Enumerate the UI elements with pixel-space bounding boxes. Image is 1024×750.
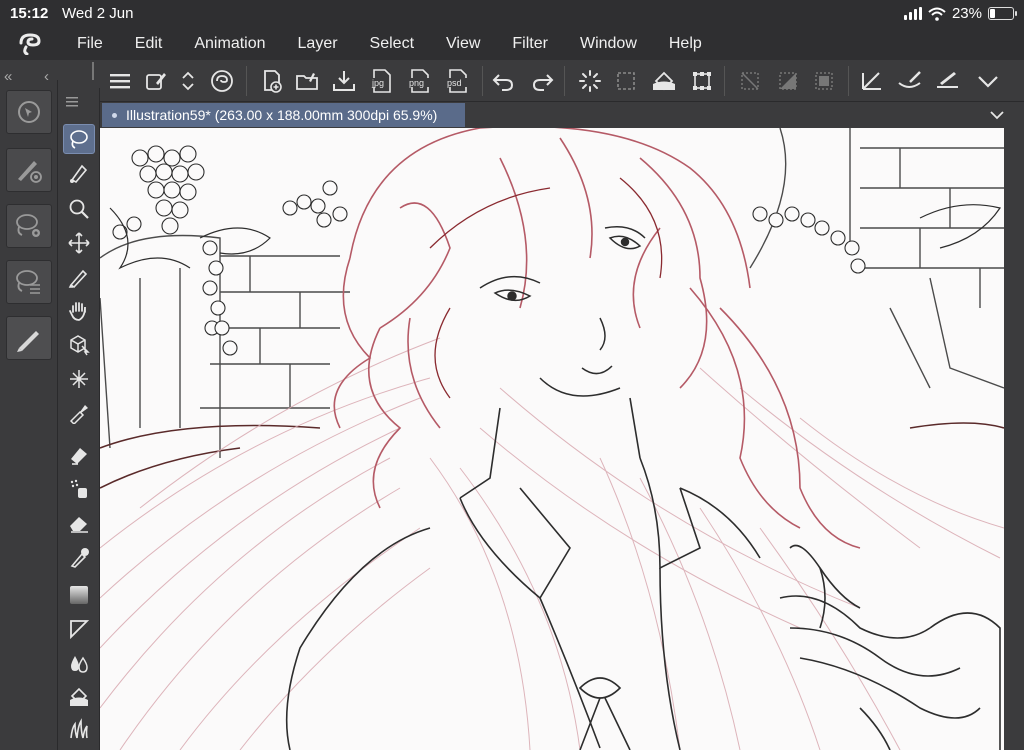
menu-filter[interactable]: Filter — [495, 28, 563, 60]
hand-tool-icon[interactable] — [63, 296, 95, 326]
pencil-tool-icon[interactable] — [6, 316, 52, 360]
edit-ruler-icon[interactable] — [934, 67, 962, 95]
menu-help[interactable]: Help — [652, 28, 717, 60]
status-date: Wed 2 Jun — [62, 5, 134, 22]
lasso-tool-icon[interactable] — [63, 124, 95, 154]
battery-fill — [990, 9, 995, 18]
right-panel-edge — [1004, 128, 1024, 750]
export-psd-icon[interactable]: psd — [444, 67, 472, 95]
app-window: 15:12 Wed 2 Jun 23% File Edit Animation … — [0, 0, 1024, 750]
menu-window[interactable]: Window — [563, 28, 652, 60]
select-rect-icon[interactable] — [612, 67, 640, 95]
open-folder-icon[interactable] — [294, 67, 322, 95]
export-png-icon[interactable]: png — [406, 67, 434, 95]
toolbar-separator — [724, 66, 725, 96]
clip-logo-icon[interactable] — [208, 67, 236, 95]
clear-icon[interactable] — [774, 67, 802, 95]
zoom-tool-icon[interactable] — [63, 194, 95, 224]
left-command-panel — [0, 62, 94, 750]
grass-decoration-tool-icon[interactable] — [63, 714, 95, 744]
toolbar-separator — [482, 66, 483, 96]
drawing-canvas[interactable] — [100, 128, 1004, 750]
lasso-list-icon[interactable] — [6, 260, 52, 304]
fill-icon[interactable] — [650, 67, 678, 95]
toolbar-separator — [848, 66, 849, 96]
figure-tool-icon[interactable] — [63, 614, 95, 644]
brush-ruler-icon[interactable] — [896, 67, 924, 95]
transform-icon[interactable] — [688, 67, 716, 95]
menu-bar: File Edit Animation Layer Select View Fi… — [0, 28, 1024, 60]
status-time: 15:12 — [10, 5, 49, 22]
signal-icon — [903, 7, 922, 20]
new-page-icon[interactable] — [142, 67, 170, 95]
lasso-settings-icon[interactable] — [6, 204, 52, 248]
status-indicators: 23% — [903, 5, 1017, 22]
airbrush-tool-icon[interactable] — [63, 474, 95, 504]
export-psd-label: psd — [447, 78, 462, 88]
document-tab-bar: Illustration59* (263.00 x 188.00mm 300dp… — [100, 102, 1024, 128]
status-bar: 15:12 Wed 2 Jun 23% — [0, 0, 1024, 28]
loading-icon[interactable] — [576, 67, 604, 95]
sketch-artwork — [100, 128, 1004, 750]
watercolor-tool-icon[interactable] — [63, 648, 95, 678]
export-png-label: png — [409, 78, 424, 88]
ink-tool-icon[interactable] — [63, 440, 95, 470]
sub-tool-palette-icon[interactable] — [6, 90, 52, 134]
panel-menu-icon[interactable] — [66, 94, 80, 107]
toolbar-separator — [564, 66, 565, 96]
tool-panel — [58, 88, 100, 750]
sparkle-tool-icon[interactable] — [63, 364, 95, 394]
3d-object-tool-icon[interactable] — [63, 330, 95, 360]
document-tab-label: Illustration59* (263.00 x 188.00mm 300dp… — [126, 107, 438, 123]
wifi-icon — [928, 7, 946, 21]
new-file-icon[interactable] — [258, 67, 286, 95]
fill-selection-icon[interactable] — [810, 67, 838, 95]
document-tab[interactable]: Illustration59* (263.00 x 188.00mm 300dp… — [102, 103, 465, 127]
eraser-tool-icon[interactable] — [63, 508, 95, 538]
menu-view[interactable]: View — [429, 28, 495, 60]
battery-icon — [988, 7, 1017, 20]
fill-bucket-tool-icon[interactable] — [63, 682, 95, 712]
menu-select[interactable]: Select — [353, 28, 429, 60]
save-icon[interactable] — [330, 67, 358, 95]
menu-layer[interactable]: Layer — [281, 28, 353, 60]
menu-icon[interactable] — [106, 67, 134, 95]
export-jpg-label: jpg — [371, 78, 384, 88]
panel-grip[interactable] — [92, 62, 94, 80]
toolbar-separator — [246, 66, 247, 96]
battery-percent: 23% — [951, 5, 982, 22]
pen-tool-icon[interactable] — [63, 262, 95, 292]
move-tool-icon[interactable] — [63, 228, 95, 258]
gradient-tool-icon[interactable] — [63, 580, 95, 610]
eyedropper-tool-icon[interactable] — [63, 398, 95, 428]
clip-studio-logo-icon[interactable] — [0, 28, 60, 60]
menu-edit[interactable]: Edit — [118, 28, 178, 60]
tab-modified-dot-icon — [112, 112, 117, 118]
ruler-icon[interactable] — [858, 67, 886, 95]
undo-icon[interactable] — [490, 67, 518, 95]
tab-list-chevron-icon[interactable] — [990, 107, 1004, 125]
export-jpg-icon[interactable]: jpg — [368, 67, 396, 95]
blend-tool-icon[interactable] — [63, 542, 95, 572]
hide-selection-icon[interactable] — [736, 67, 764, 95]
pen-nib-tool-icon[interactable] — [63, 158, 95, 188]
menu-file[interactable]: File — [60, 28, 118, 60]
menu-animation[interactable]: Animation — [177, 28, 280, 60]
brush-size-icon[interactable] — [6, 148, 52, 192]
up-down-icon[interactable] — [174, 67, 202, 95]
more-chevron-icon[interactable] — [974, 67, 1002, 95]
redo-icon[interactable] — [528, 67, 556, 95]
command-bar: « ‹ jpg png psd — [0, 60, 1024, 102]
